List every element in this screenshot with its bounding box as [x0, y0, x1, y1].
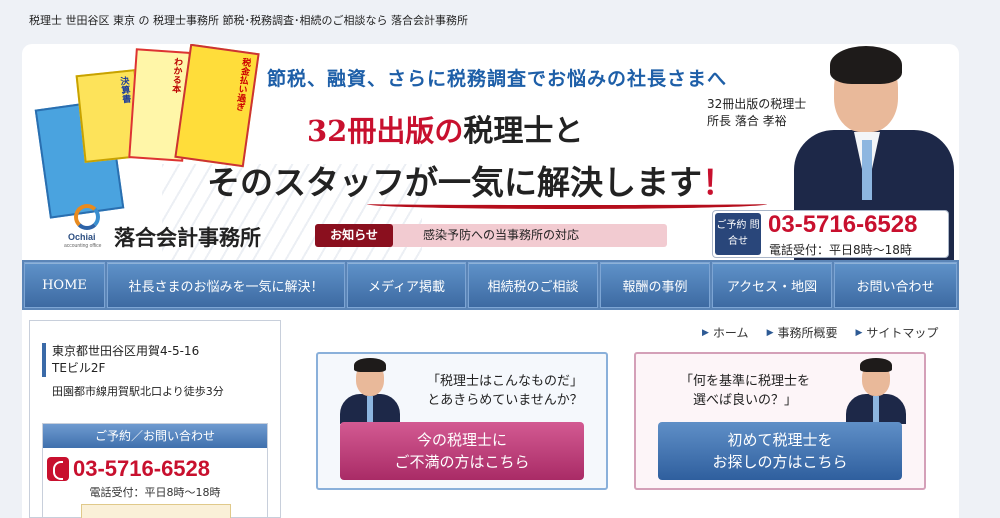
main-content: 東京都世田谷区用賀4-5-16 TEビル2F 田園都市線用賀駅北口より徒歩3分 … [22, 310, 959, 518]
banner-quote-line2: とあきらめていませんか？ [427, 393, 583, 408]
book-cover: 税金払い過ぎ [174, 44, 260, 168]
header: 相続税の本 決算書 わかる本 税金払い過ぎ 節税、融資、さらに税務調査でお悩みの… [22, 44, 959, 260]
nav-item-solve[interactable]: 社長さまのお悩みを一気に解決！ [107, 262, 345, 308]
banner-first-time[interactable]: 「何を基準に税理士を 選べば良いの？」 初めて税理士を お探しの方はこちら [634, 352, 926, 490]
banner-quote: 「何を基準に税理士を 選べば良いの？」 [650, 372, 840, 410]
headline-line2: そのスタッフが一気に解決します！ [207, 156, 735, 204]
contact-label: ご予約 問合せ [715, 213, 761, 255]
triangle-right-icon: ▶ [702, 327, 709, 338]
sidebar-contact-box: ご予約／お問い合わせ 03-5716-6528 電話受付：平日8時～18時 [42, 423, 268, 518]
triangle-right-icon: ▶ [855, 327, 863, 338]
global-nav: HOME 社長さまのお悩みを一気に解決！ メディア掲載 相続税のご相談 報酬の事… [22, 260, 959, 310]
link-office-overview-label: 事務所概要 [777, 326, 838, 340]
button-line2: お探しの方はこちら [712, 453, 848, 471]
address-line2: TEビル2F [52, 361, 106, 375]
nav-item-media[interactable]: メディア掲載 [347, 262, 466, 308]
nav-item-inheritance[interactable]: 相続税のご相談 [468, 262, 598, 308]
banner-quote: 「税理士はこんなものだ」 とあきらめていませんか？ [410, 372, 600, 410]
banner-dissatisfied[interactable]: 「税理士はこんなものだ」 とあきらめていませんか？ 今の税理士に ご不満の方はこ… [316, 352, 608, 490]
header-phone-number[interactable]: 03-5716-6528 [768, 211, 917, 239]
nav-item-access[interactable]: アクセス・地図 [712, 262, 832, 308]
nav-item-contact[interactable]: お問い合わせ [834, 262, 957, 308]
headline-rest: 税理士と [463, 114, 584, 149]
sidebar: 東京都世田谷区用賀4-5-16 TEビル2F 田園都市線用賀駅北口より徒歩3分 … [29, 320, 281, 518]
header-tagline: 節税、融資、さらに税務調査でお悩みの社長さまへ [267, 68, 728, 90]
sidebar-phone-number[interactable]: 03-5716-6528 [73, 456, 210, 482]
link-sitemap[interactable]: ▶ サイトマップ [856, 324, 939, 341]
headline-red: 32冊出版の [307, 114, 464, 148]
banner-quote-line1: 「税理士はこんなものだ」 [426, 374, 583, 389]
header-contact-box[interactable]: ご予約 問合せ 03-5716-6528 電話受付：平日8時～18時 [712, 210, 949, 258]
headline-line2-text: そのスタッフが一気に解決します [207, 163, 702, 202]
sidebar-phone-hours: 電話受付：平日8時～18時 [89, 486, 221, 499]
banner-quote-line2: 選べば良いの？」 [692, 393, 797, 408]
nav-item-home[interactable]: HOME [24, 262, 105, 308]
firm-name: 落合会計事務所 [114, 225, 261, 250]
director-thumbnail [842, 358, 910, 424]
headline-exclamation: ！ [702, 163, 735, 202]
news-badge: お知らせ [315, 224, 393, 247]
office-access: 田園都市線用賀駅北口より徒歩3分 [52, 385, 224, 398]
phone-icon [47, 457, 69, 481]
sidebar-phone-row[interactable]: 03-5716-6528 [47, 456, 210, 482]
news-bar: お知らせ 感染予防への当事務所の対応 [315, 224, 667, 247]
director-thumbnail [336, 358, 404, 424]
link-home-label: ホーム [712, 326, 749, 340]
sidebar-contact-title: ご予約／お問い合わせ [43, 424, 267, 448]
utility-links: ▶ ホーム ▶ 事務所概要 ▶ サイトマップ [702, 324, 938, 341]
logo-name: Ochiai [68, 232, 96, 242]
news-link[interactable]: 感染予防への当事務所の対応 [423, 224, 579, 247]
address-line1: 東京都世田谷区用賀4-5-16 [52, 344, 200, 358]
headline-line1: 32冊出版の税理士と [307, 106, 583, 150]
banner-quote-line1: 「何を基準に税理士を [679, 374, 810, 389]
triangle-right-icon: ▶ [766, 327, 774, 338]
nav-item-fees[interactable]: 報酬の事例 [600, 262, 710, 308]
dissatisfied-button[interactable]: 今の税理士に ご不満の方はこちら [340, 422, 584, 480]
logo-subtext: accounting office [64, 243, 102, 249]
site-description: 税理士 世田谷区 東京 の 税理士事務所 節税･税務調査･相続のご相談なら 落合… [29, 14, 468, 27]
firm-logo[interactable]: Ochiai accounting office [64, 204, 108, 250]
button-line1: 今の税理士に [416, 431, 507, 449]
button-line2: ご不満の方はこちら [394, 453, 530, 471]
office-address: 東京都世田谷区用賀4-5-16 TEビル2F [42, 343, 199, 377]
link-sitemap-label: サイトマップ [866, 326, 939, 340]
logo-mark-icon [74, 204, 100, 230]
first-time-button[interactable]: 初めて税理士を お探しの方はこちら [658, 422, 902, 480]
link-home[interactable]: ▶ ホーム [702, 324, 749, 341]
link-office-overview[interactable]: ▶ 事務所概要 [767, 324, 838, 341]
sidebar-contact-button[interactable] [81, 504, 231, 518]
button-line1: 初めて税理士を [727, 431, 833, 449]
headline-underline-swoosh [367, 199, 767, 209]
header-phone-hours: 電話受付：平日8時～18時 [769, 243, 912, 257]
